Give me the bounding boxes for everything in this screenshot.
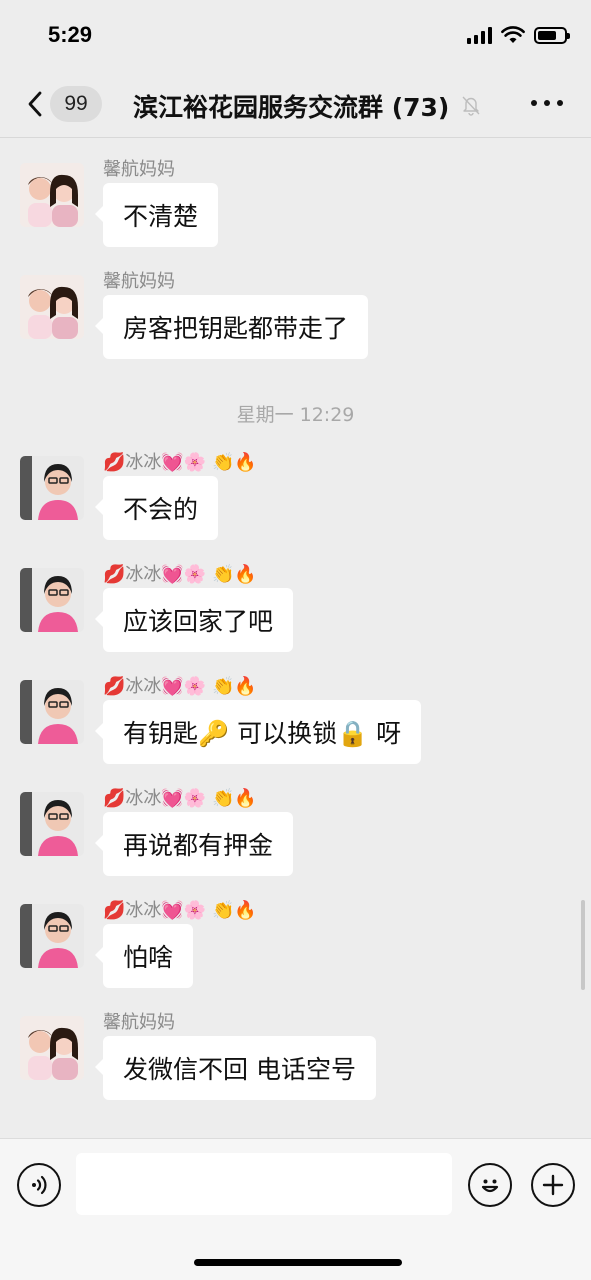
message-bubble[interactable]: 不清楚 (94, 183, 219, 247)
message-bubble[interactable]: 应该回家了吧 (94, 588, 294, 652)
avatar-xinhang-mama[interactable] (20, 275, 84, 339)
avatar-bingbing[interactable] (20, 568, 84, 632)
message-timestamp: 星期一 12:29 (236, 404, 355, 426)
message-bubble[interactable]: 怕啥 (94, 924, 194, 988)
back-button[interactable] (22, 86, 52, 122)
chat-title: 滨江裕花园服务交流群 (73) (133, 93, 450, 122)
message-bubble[interactable]: 房客把钥匙都带走了 (94, 295, 369, 359)
avatar-xinhang-mama[interactable] (20, 1016, 84, 1080)
more-icon (531, 100, 537, 106)
sender-name: 💋冰冰💓🌸 👏🔥 (103, 676, 257, 697)
emoji-icon (481, 1179, 499, 1193)
unread-badge[interactable]: 99 (50, 86, 102, 122)
mute-bell-icon (462, 96, 480, 116)
sender-name: 💋冰冰💓🌸 👏🔥 (103, 564, 257, 585)
nav-bar: 99 滨江裕花园服务交流群 (73) (0, 72, 591, 138)
avatar-bingbing[interactable] (20, 904, 84, 968)
status-bar: 5:29 (0, 0, 591, 72)
plus-button[interactable] (531, 1163, 575, 1207)
sender-name: 馨航妈妈 (103, 271, 175, 292)
avatar-bingbing[interactable] (20, 792, 84, 856)
avatar-bingbing[interactable] (20, 456, 84, 520)
wifi-icon (501, 26, 525, 43)
status-icons (467, 26, 570, 44)
message-bubble[interactable]: 发微信不回 电话空号 (95, 1036, 376, 1100)
voice-button[interactable] (17, 1163, 61, 1207)
more-button[interactable] (531, 94, 563, 112)
battery-icon (534, 26, 570, 44)
message-bubble[interactable]: 再说都有押金 (94, 812, 294, 876)
scroll-indicator[interactable] (581, 900, 585, 990)
back-chevron-icon (28, 91, 42, 117)
emoji-button[interactable] (468, 1163, 512, 1207)
message-bubble[interactable]: 有钥匙🔑 可以换锁🔒 呀 (94, 700, 422, 764)
sender-name: 馨航妈妈 (103, 159, 175, 180)
avatar-xinhang-mama[interactable] (20, 163, 84, 227)
status-time: 5:29 (48, 22, 93, 47)
voice-icon (32, 1175, 47, 1195)
plus-icon (542, 1174, 564, 1196)
message-input[interactable] (76, 1153, 452, 1215)
avatar-bingbing[interactable] (20, 680, 84, 744)
home-indicator[interactable] (194, 1259, 402, 1266)
sender-name: 馨航妈妈 (103, 1012, 175, 1033)
sender-name: 💋冰冰💓🌸 👏🔥 (103, 900, 257, 921)
sender-name: 💋冰冰💓🌸 👏🔥 (103, 788, 257, 809)
signal-icon (467, 26, 492, 44)
message-bubble[interactable]: 不会的 (94, 476, 219, 540)
sender-name: 💋冰冰💓🌸 👏🔥 (103, 452, 257, 473)
